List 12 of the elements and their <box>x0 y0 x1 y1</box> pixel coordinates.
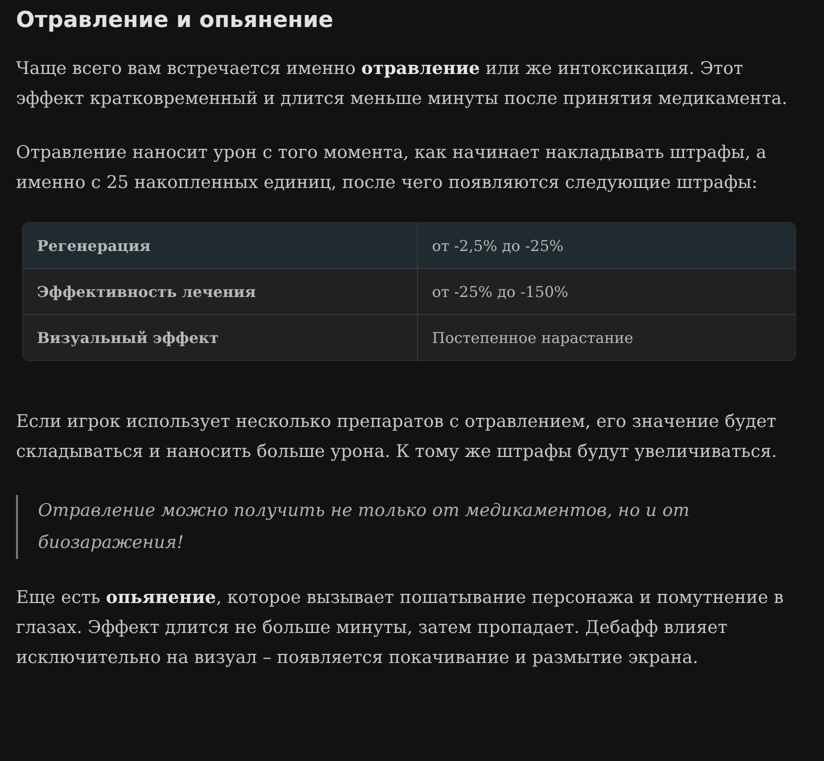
table-cell: Эффективность лечения <box>23 269 418 314</box>
table-cell: Регенерация <box>23 223 418 268</box>
quote: Отравление можно получить не только от медикаментов, но и от биозаражения! <box>16 495 796 559</box>
table-cell-text: от -25% до -150% <box>431 282 570 302</box>
section-heading: Отравление и опьянение <box>16 7 334 35</box>
paragraph: Еще есть опьянение, которое вызывает пошатывание персонажа и помутнение в глазах. Эффект длится не больше минуты, затем пропадает. Дебафф влияет исключительно на визуал – появляется покачивание и размытие экрана. <box>16 587 785 670</box>
table-cell-text: от -2,5% до -25% <box>431 236 564 256</box>
table-cell-text: Постепенное нарастание <box>431 328 634 348</box>
table-cell: Визуальный эффект <box>23 315 418 360</box>
paragraph: Чаще всего вам встречается именно отравление или же интоксикация. Этот эффект кратковременный и длится меньше минуты после принятия медикамента. <box>16 58 788 111</box>
paragraph: Если игрок использует несколько препаратов с отравлением, его значение будет складываться и наносить больше урона. К тому же штрафы будут увеличиваться. <box>16 411 778 464</box>
paragraph: Отравление наносит урон с того момента, как начинает накладывать штрафы, а именно с 25 накопленных единиц, после чего появляются следующие штрафы: <box>16 142 768 195</box>
